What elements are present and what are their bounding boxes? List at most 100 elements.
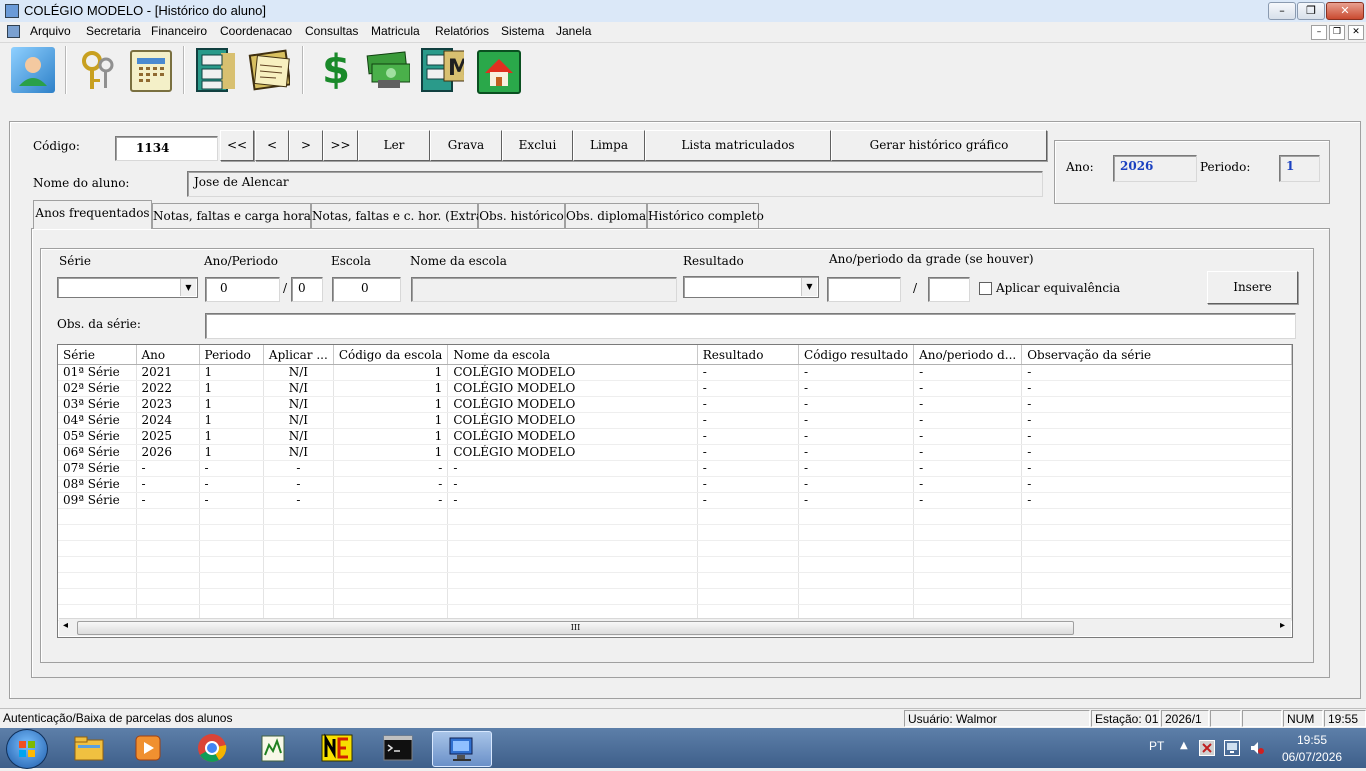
table-cell: - — [1021, 364, 1292, 381]
gerar-historico-grafico-button[interactable]: Gerar histórico gráfico — [831, 130, 1047, 161]
explorer-icon[interactable] — [62, 731, 116, 765]
table-row-empty — [58, 556, 1292, 573]
grid-column-header[interactable]: Ano — [136, 345, 200, 365]
volume-muted-icon[interactable] — [1249, 740, 1264, 754]
exclui-button[interactable]: Exclui — [502, 130, 573, 161]
table-row[interactable]: 01ª Série 2021 1 N/I 1 COLÉGIO MODELO - - - - — [58, 364, 1292, 381]
table-row[interactable]: 07ª Série - - - - - - - - - — [58, 460, 1292, 477]
last-record-button[interactable]: >> — [323, 130, 358, 161]
obs-serie-input[interactable] — [205, 313, 1296, 339]
calendar-icon[interactable] — [130, 50, 172, 92]
ler-button[interactable]: Ler — [358, 130, 430, 161]
grid-column-header[interactable]: Aplicar ... — [263, 345, 334, 365]
grava-button[interactable]: Grava — [430, 130, 502, 161]
money-icon[interactable] — [366, 47, 410, 93]
menu-coordenacao[interactable]: Coordenacao — [220, 24, 292, 38]
home-icon[interactable] — [477, 50, 521, 94]
menu-arquivo[interactable]: Arquivo — [30, 24, 71, 38]
nero-icon[interactable] — [310, 731, 364, 765]
menu-secretaria[interactable]: Secretaria — [86, 24, 141, 38]
file-cabinet-icon[interactable] — [193, 47, 237, 93]
grid-column-header[interactable]: Ano/periodo d... — [913, 345, 1023, 365]
maximize-button[interactable]: ❐ — [1297, 2, 1325, 20]
minimize-button[interactable]: – — [1268, 2, 1296, 20]
table-row[interactable]: 02ª Série 2022 1 N/I 1 COLÉGIO MODELO - - - - — [58, 380, 1292, 397]
network-icon[interactable] — [1224, 740, 1240, 756]
clock-date[interactable]: 06/07/2026 — [1282, 750, 1342, 764]
chevron-down-icon[interactable]: ▼ — [801, 278, 817, 296]
tab-anos-frequentados[interactable]: Anos frequentados — [33, 200, 152, 229]
lista-matriculados-button[interactable]: Lista matriculados — [645, 130, 831, 161]
table-cell — [199, 572, 264, 589]
scroll-right-icon[interactable]: ▸ — [1280, 620, 1285, 631]
clock-time[interactable]: 19:55 — [1297, 733, 1327, 747]
grid-column-header[interactable]: Observação da série — [1021, 345, 1292, 365]
table-row[interactable]: 06ª Série 2026 1 N/I 1 COLÉGIO MODELO - - - - — [58, 444, 1292, 461]
table-cell: - — [913, 428, 1023, 445]
table-cell: - — [697, 444, 800, 461]
documents-icon[interactable] — [246, 47, 290, 93]
user-icon[interactable] — [11, 47, 55, 93]
media-player-icon[interactable] — [121, 731, 175, 765]
grade-ano-input[interactable] — [827, 277, 901, 302]
next-record-button[interactable]: > — [289, 130, 323, 161]
tab-obs-historico[interactable]: Obs. histórico — [478, 203, 565, 228]
school-app-icon[interactable] — [432, 731, 492, 767]
table-row[interactable]: 08ª Série - - - - - - - - - — [58, 476, 1292, 493]
grid-column-header[interactable]: Periodo — [199, 345, 264, 365]
codigo-input[interactable]: 1134 — [115, 136, 218, 161]
menu-financeiro[interactable]: Financeiro — [151, 24, 207, 38]
mdi-minimize-button[interactable]: – — [1311, 25, 1327, 40]
close-button[interactable]: ✕ — [1326, 2, 1364, 20]
editor-icon[interactable] — [246, 731, 300, 765]
prev-record-button[interactable]: < — [255, 130, 289, 161]
menu-consultas[interactable]: Consultas — [305, 24, 358, 38]
chevron-down-icon[interactable]: ▼ — [180, 279, 196, 296]
resultado-select[interactable]: ▼ — [683, 276, 819, 298]
table-cell — [136, 524, 200, 541]
table-row[interactable]: 04ª Série 2024 1 N/I 1 COLÉGIO MODELO - - - - — [58, 412, 1292, 429]
cmd-icon[interactable] — [371, 731, 425, 765]
serie-select[interactable]: ▼ — [57, 277, 198, 298]
grid-column-header[interactable]: Código da escola — [333, 345, 449, 365]
table-row[interactable]: 05ª Série 2025 1 N/I 1 COLÉGIO MODELO - - - - — [58, 428, 1292, 445]
grid-column-header[interactable]: Resultado — [697, 345, 800, 365]
cabinet-m-icon[interactable]: M — [420, 47, 464, 93]
tab-notas-extras[interactable]: Notas, faltas e c. hor. (Extras) — [311, 203, 494, 228]
periodo-input[interactable]: 0 — [291, 277, 323, 302]
aplicar-equivalencia-checkbox[interactable] — [979, 282, 992, 295]
menu-matricula[interactable]: Matricula — [371, 24, 420, 38]
insere-button[interactable]: Insere — [1207, 271, 1298, 304]
dollar-icon[interactable]: $ — [314, 47, 358, 93]
tray-expand-icon[interactable]: ▲ — [1180, 740, 1188, 751]
table-cell: - — [697, 380, 800, 397]
start-button[interactable] — [6, 729, 48, 769]
escola-input[interactable]: 0 — [332, 277, 401, 302]
menu-janela[interactable]: Janela — [556, 24, 591, 38]
grid-column-header[interactable]: Nome da escola — [447, 345, 698, 365]
tab-notas-faltas[interactable]: Notas, faltas e carga horaria — [152, 203, 328, 228]
limpa-button[interactable]: Limpa — [573, 130, 645, 161]
mdi-app-icon[interactable] — [7, 25, 20, 38]
menu-relatorios[interactable]: Relatórios — [435, 24, 489, 38]
tab-historico-completo[interactable]: Histórico completo — [647, 203, 764, 228]
menu-sistema[interactable]: Sistema — [501, 24, 544, 38]
keys-icon[interactable] — [76, 47, 120, 93]
scroll-left-icon[interactable]: ◂ — [63, 620, 68, 631]
mdi-restore-button[interactable]: ❐ — [1329, 25, 1345, 40]
table-cell: - — [136, 460, 200, 477]
scroll-thumb[interactable]: III — [77, 621, 1074, 635]
ano-input[interactable]: 0 — [205, 277, 280, 302]
tab-obs-diploma[interactable]: Obs. diploma — [565, 203, 647, 228]
table-row[interactable]: 09ª Série - - - - - - - - - — [58, 492, 1292, 509]
chrome-icon[interactable] — [185, 731, 239, 765]
mdi-close-button[interactable]: ✕ — [1348, 25, 1364, 40]
action-center-icon[interactable] — [1199, 740, 1215, 756]
horizontal-scrollbar[interactable]: ◂ III ▸ — [59, 618, 1291, 636]
grade-periodo-input[interactable] — [928, 277, 970, 302]
table-row[interactable]: 03ª Série 2023 1 N/I 1 COLÉGIO MODELO - - - - — [58, 396, 1292, 413]
language-indicator[interactable]: PT — [1149, 739, 1164, 753]
grid-column-header[interactable]: Código resultado — [798, 345, 915, 365]
first-record-button[interactable]: << — [220, 130, 254, 161]
grid-column-header[interactable]: Série — [58, 345, 137, 365]
